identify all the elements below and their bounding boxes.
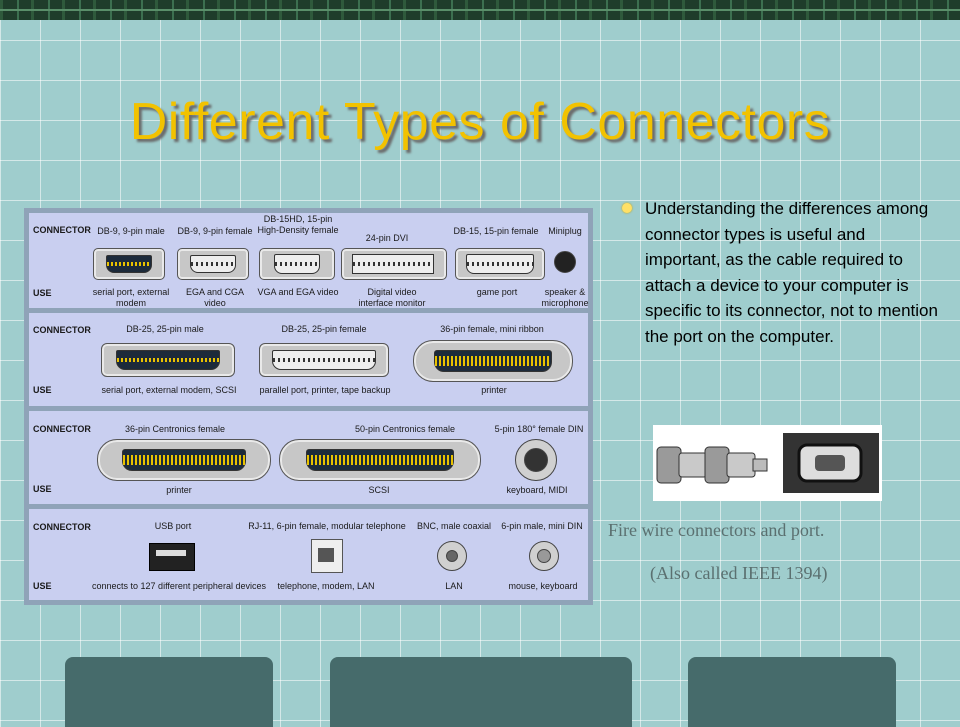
connector-name: 50-pin Centronics female — [354, 424, 456, 434]
connector-use: LAN — [445, 581, 463, 591]
connector-use: EGA and CGA video — [185, 287, 245, 308]
connector-name: BNC, male coaxial — [416, 521, 492, 531]
db9-male-connector — [93, 248, 165, 280]
connector-name: 5-pin 180° female DIN — [494, 424, 584, 434]
db25-male-connector — [101, 343, 235, 377]
connector-name: 36-pin female, mini ribbon — [440, 324, 544, 334]
connector-row-1: CONNECTOR USE DB-9, 9-pin male DB-9, 9-p… — [29, 213, 589, 308]
connector-name: DB-9, 9-pin female — [177, 226, 253, 236]
connector-use: serial port, external modem, SCSI — [101, 385, 237, 395]
connector-use: printer — [166, 485, 192, 495]
mini-ribbon-connector — [413, 340, 573, 382]
connector-row-4: CONNECTOR USE USB port RJ-11, 6-pin fema… — [29, 509, 588, 600]
connector-name: 36-pin Centronics female — [124, 424, 226, 434]
connector-use: printer — [481, 385, 507, 395]
connector-use: parallel port, printer, tape backup — [259, 385, 391, 395]
connector-use: connects to 127 different peripheral dev… — [92, 581, 266, 591]
circuit-board-strip — [0, 0, 960, 20]
connector-name: 24-pin DVI — [365, 233, 409, 243]
connector-use: Digital video interface monitor — [358, 287, 426, 308]
connector-use: serial port, external modem — [92, 287, 170, 308]
connector-use: speaker & microphone — [541, 287, 589, 308]
din-5pin-icon — [515, 439, 557, 481]
centronics-36-connector — [97, 439, 271, 481]
connector-row-2: CONNECTOR USE DB-25, 25-pin male DB-25, … — [29, 313, 588, 406]
connector-name: USB port — [154, 521, 192, 531]
connector-label: CONNECTOR — [33, 424, 91, 434]
connector-name: DB-25, 25-pin female — [281, 324, 367, 334]
db15hd-connector — [259, 248, 335, 280]
connector-use: keyboard, MIDI — [506, 485, 568, 495]
connector-name: DB-9, 9-pin male — [97, 226, 165, 236]
connector-use: mouse, keyboard — [508, 581, 578, 591]
connector-chart-figure: CONNECTOR USE DB-9, 9-pin male DB-9, 9-p… — [24, 208, 593, 605]
firewire-photo — [653, 425, 882, 501]
connector-use: SCSI — [368, 485, 390, 495]
connector-name: Miniplug — [548, 226, 582, 236]
use-label: USE — [33, 288, 52, 298]
connector-label: CONNECTOR — [33, 225, 91, 235]
connector-name: DB-25, 25-pin male — [126, 324, 204, 334]
connector-name: RJ-11, 6-pin female, modular telephone — [248, 521, 406, 531]
use-label: USE — [33, 484, 52, 494]
bullet-text: Understanding the differences among conn… — [645, 199, 938, 346]
firewire-connectors-icon — [656, 433, 879, 493]
bottom-tab-3 — [688, 657, 896, 727]
dvi-connector — [341, 248, 447, 280]
centronics-50-connector — [279, 439, 481, 481]
connector-label: CONNECTOR — [33, 522, 91, 532]
connector-use: VGA and EGA video — [257, 287, 339, 297]
bullet-point: Understanding the differences among conn… — [622, 196, 940, 349]
slide-title: Different Types of Connectors — [129, 93, 831, 151]
connector-name: 6-pin male, mini DIN — [501, 521, 583, 531]
miniplug-jack-icon — [554, 251, 576, 273]
bnc-connector-icon — [437, 541, 467, 571]
db9-female-connector — [177, 248, 249, 280]
bullet-icon — [622, 203, 632, 213]
firewire-caption-alt: (Also called IEEE 1394) — [650, 563, 828, 583]
db15-connector — [455, 248, 545, 280]
rj11-jack-icon — [311, 539, 343, 573]
firewire-caption: Fire wire connectors and port. — [608, 520, 825, 540]
connector-label: CONNECTOR — [33, 325, 91, 335]
use-label: USE — [33, 385, 52, 395]
connector-row-3: CONNECTOR USE 36-pin Centronics female 5… — [29, 411, 588, 504]
connector-use: telephone, modem, LAN — [277, 581, 375, 591]
bottom-tab-2 — [330, 657, 632, 727]
connector-name: DB-15HD, 15-pin High-Density female — [257, 214, 339, 235]
mini-din-6pin-icon — [529, 541, 559, 571]
usb-port-icon — [149, 543, 195, 571]
bottom-tab-1 — [65, 657, 273, 727]
connector-name: DB-15, 15-pin female — [453, 226, 539, 236]
use-label: USE — [33, 581, 52, 591]
connector-use: game port — [476, 287, 518, 297]
db25-female-connector — [259, 343, 389, 377]
